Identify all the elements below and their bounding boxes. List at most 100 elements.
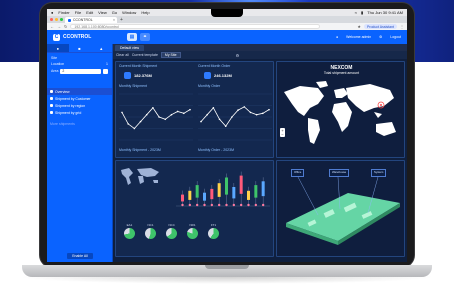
pie-label: NC4 (168, 223, 175, 227)
checkbox-icon (50, 104, 53, 107)
sidebar-more[interactable]: More shipments (47, 120, 112, 127)
sidebar-item-label: Shipment by Customer (55, 96, 91, 101)
logout-button[interactable]: Logout (390, 35, 401, 39)
data-point (237, 109, 239, 111)
link-mode-icon[interactable]: ⚭ (140, 33, 150, 41)
order-icon (204, 72, 211, 79)
greenland (316, 81, 328, 88)
checkbox-icon (50, 90, 53, 93)
browser-address-row: ← → ↻ 192.168.1.100:8080/ccontrol ★ Prod… (47, 23, 407, 30)
tab-default-view[interactable]: Default view (115, 45, 145, 51)
menu-item-view[interactable]: View (98, 10, 107, 15)
sidebar-item-label: Shipment by grid (55, 110, 82, 115)
data-point (206, 113, 208, 116)
reload-icon[interactable]: ↻ (64, 24, 67, 29)
pie-chart (145, 228, 156, 239)
map-zoom-control[interactable]: + − (280, 128, 285, 137)
sidebar-tab-2[interactable]: ■ (69, 44, 91, 52)
enable-all-button[interactable]: Enable All (67, 253, 93, 259)
data-point (224, 125, 227, 127)
pie-label: NR1 (189, 223, 196, 227)
chart2-title: Monthly Order (198, 84, 221, 88)
bar (239, 175, 243, 194)
pie-chart (208, 228, 219, 239)
zoom-window-icon[interactable] (60, 18, 63, 21)
location-row: Location 1 (47, 61, 112, 67)
menu-item-window[interactable]: Window (122, 10, 136, 15)
sidebar-list: Overview Shipment by Customer Shipment b… (47, 88, 112, 127)
sidebar-tabs: ● ■ ▲ (47, 44, 112, 53)
template-select[interactable]: My Site (160, 52, 181, 58)
world-map[interactable] (278, 78, 405, 150)
menu-item-file[interactable]: File (75, 10, 81, 15)
menu-item-help[interactable]: Help (141, 10, 149, 15)
tab-favicon (68, 18, 71, 22)
asia (346, 84, 394, 112)
tab-title: CCONTROL (73, 18, 93, 22)
data-point (212, 107, 215, 109)
data-point (133, 127, 136, 130)
sidebar-tab-3[interactable]: ▲ (90, 44, 112, 52)
data-point (164, 118, 167, 121)
minimize-window-icon[interactable] (55, 18, 58, 21)
menu-item-go[interactable]: Go (112, 10, 117, 15)
pie-chart (187, 228, 198, 239)
scene-background: ● Finder File Edit View Go Window Help ≈… (0, 0, 454, 295)
data-point (145, 113, 148, 116)
checkbox-icon (50, 111, 53, 114)
kpi2-value: 246.132M (214, 73, 232, 78)
data-point (189, 108, 191, 111)
pie-item: NR1 (187, 223, 198, 239)
chart1-footer: Monthly Shipment - 2023M (119, 148, 161, 152)
dashboard-mode-icon[interactable]: ▦ (127, 33, 137, 41)
menu-clock[interactable]: Thu Jun 30 9:41 AM (367, 10, 403, 15)
logo-icon: C (53, 33, 60, 41)
series-line (121, 107, 191, 130)
australia (376, 122, 396, 136)
sidebar-tab-1[interactable]: ● (47, 44, 69, 52)
dashboard-toolbar: Clear all Current template My Site ⚙ (113, 51, 407, 59)
pcb-3d-model[interactable] (278, 175, 405, 255)
app-logo[interactable]: C CCONTROL (53, 33, 91, 41)
area-input[interactable]: 2 (60, 68, 101, 74)
sidebar-item-customer[interactable]: Shipment by Customer (47, 95, 112, 102)
pie-chart (166, 228, 177, 239)
menu-item-finder[interactable]: Finder (58, 10, 69, 15)
forward-icon[interactable]: → (57, 24, 61, 29)
header-mode-switch: ▦ ⚭ (127, 33, 150, 41)
bar (203, 192, 206, 201)
zoom-out-icon[interactable]: − (281, 132, 283, 137)
location-value[interactable]: 1 (106, 62, 108, 66)
monthly-shipment-chart (119, 93, 193, 141)
sidebar-item-grid[interactable]: Shipment by grid (47, 109, 112, 116)
bar-dot (210, 203, 214, 207)
pie-label: FT1 (210, 223, 217, 227)
monthly-order-chart (198, 93, 272, 141)
wifi-icon[interactable]: ≈ (355, 10, 357, 15)
data-point (249, 111, 252, 114)
toolbar-settings-icon[interactable]: ⚙ (236, 53, 240, 58)
menu-item-edit[interactable]: Edit (86, 10, 93, 15)
welcome-text: Welcome admin (346, 35, 372, 39)
close-tab-icon[interactable]: × (113, 18, 115, 22)
kpi1: 182.376M (124, 72, 152, 79)
sidebar-item-region[interactable]: Shipment by region (47, 102, 112, 109)
bar-dot (203, 203, 206, 207)
profile-button[interactable]: Product Assistant (363, 24, 397, 29)
sidebar-item-overview[interactable]: Overview (47, 88, 112, 95)
address-bar[interactable]: 192.168.1.100:8080/ccontrol (70, 24, 321, 29)
new-tab-icon[interactable]: + (120, 17, 123, 23)
battery-icon[interactable]: ▮ (361, 10, 363, 15)
apple-icon[interactable]: ● (51, 10, 53, 15)
area-picker-button[interactable] (103, 68, 108, 74)
pie-item: EA1 (124, 223, 135, 239)
menu-kebab-icon[interactable]: ⋮ (400, 24, 404, 29)
extensions-icon[interactable]: ★ (357, 24, 361, 29)
area-label: Area (51, 69, 59, 73)
back-icon[interactable]: ← (50, 24, 54, 29)
clear-all-button[interactable]: Clear all (116, 53, 129, 57)
mini-americas (121, 168, 133, 185)
window-controls (50, 18, 63, 21)
settings-icon[interactable]: ⚙ (379, 35, 382, 39)
close-window-icon[interactable] (50, 18, 53, 21)
